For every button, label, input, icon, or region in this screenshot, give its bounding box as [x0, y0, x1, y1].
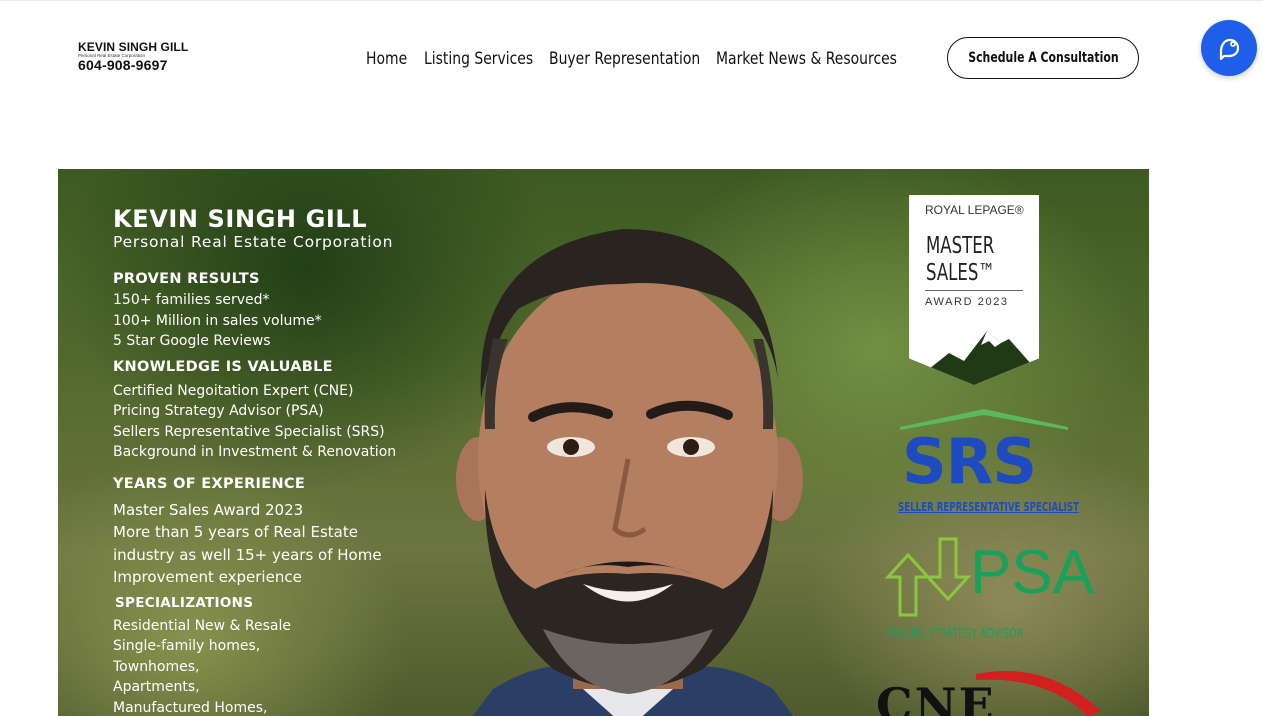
- section-line: Certified Negoitation Expert (CNE): [113, 382, 354, 399]
- section-line: Manufactured Homes,: [113, 699, 268, 716]
- section-line: 100+ Million in sales volume*: [113, 312, 322, 329]
- top-border: [0, 0, 1263, 1]
- schedule-consultation-button[interactable]: Schedule A Consultation: [947, 37, 1139, 79]
- section-line: 150+ families served*: [113, 292, 270, 308]
- logo-name: KEVIN SINGH GILL: [78, 40, 189, 54]
- section-line: Background in Investment & Renovation: [113, 444, 397, 460]
- chat-button[interactable]: [1201, 20, 1257, 76]
- nav-link-home[interactable]: Home: [366, 49, 407, 69]
- section-line: Improvement experience: [113, 568, 302, 586]
- schedule-consultation-label: Schedule A Consultation: [967, 50, 1119, 66]
- master-label: MASTER: [926, 233, 995, 259]
- hero-info-column: KEVIN SINGH GILL Personal Real Estate Co…: [113, 205, 473, 716]
- nav-item-home[interactable]: Home: [366, 44, 416, 74]
- royal-lepage-label: ROYAL LEPAGE®: [925, 203, 1024, 217]
- badge-divider: [925, 290, 1023, 291]
- srs-caption: SELLER REPRESENTATIVE SPECIALIST: [898, 500, 1079, 514]
- hero-corp: Personal Real Estate Corporation: [113, 233, 394, 251]
- psa-caption: PRICING STRATEGY ADVISOR: [886, 627, 1024, 642]
- section-title: PROVEN RESULTS: [113, 271, 260, 287]
- srs-logo: SRS SELLER REPRESENTATIVE SPECIALIST: [896, 407, 1079, 522]
- section-line: Sellers Representative Specialist (SRS): [113, 423, 385, 440]
- nav-link-market-news[interactable]: Market News & Resources: [716, 49, 897, 69]
- hero-banner: KEVIN SINGH GILL Personal Real Estate Co…: [58, 169, 1149, 716]
- master-sales-title: MASTER SALES™: [926, 233, 995, 287]
- nav-link-buyer-representation[interactable]: Buyer Representation: [549, 49, 700, 69]
- psa-wordmark: PSA: [970, 538, 1095, 607]
- nav-link-listing-services[interactable]: Listing Services: [424, 49, 533, 69]
- srs-wordmark: SRS: [902, 425, 1037, 498]
- section-line: industry as well 15+ years of Home: [113, 545, 382, 564]
- logo-phone: 604-908-9697: [78, 57, 168, 73]
- hero-name: KEVIN SINGH GILL: [113, 205, 368, 233]
- award-year-label: AWARD 2023: [925, 296, 1009, 308]
- nav-item-buyer-representation[interactable]: Buyer Representation: [549, 44, 733, 74]
- section-line: Master Sales Award 2023: [113, 500, 304, 519]
- site-logo[interactable]: KEVIN SINGH GILL Personal Real Estate Co…: [78, 41, 198, 72]
- section-line: 5 Star Google Reviews: [113, 333, 271, 349]
- cne-logo: CNE: [876, 666, 1106, 716]
- cne-wordmark: CNE: [876, 678, 996, 716]
- nav-item-listing-services[interactable]: Listing Services: [424, 44, 557, 74]
- psa-logo: PSA PRICING STRATEGY ADVISOR: [878, 537, 1094, 647]
- master-sales-award-badge: ROYAL LEPAGE® MASTER SALES™ AWARD 2023: [909, 195, 1039, 385]
- arrows-icon: [884, 537, 972, 617]
- sales-label: SALES™: [926, 260, 995, 286]
- agent-portrait: [456, 229, 803, 716]
- section-line: More than 5 years of Real Estate: [113, 523, 358, 541]
- section-title: KNOWLEDGE IS VALUABLE: [113, 358, 333, 375]
- mountain-icon: [909, 331, 1039, 385]
- section-line: Townhomes,: [113, 658, 200, 675]
- section-title: YEARS OF EXPERIENCE: [113, 475, 306, 492]
- section-line: Apartments,: [113, 679, 200, 695]
- section-line: Single-family homes,: [113, 638, 261, 654]
- nav-item-market-news[interactable]: Market News & Resources: [716, 44, 937, 74]
- section-line: Residential New & Resale: [113, 617, 292, 634]
- chat-support-icon: [1219, 38, 1240, 61]
- section-title: SPECIALIZATIONS: [115, 594, 254, 611]
- section-line: Pricing Strategy Advisor (PSA): [113, 403, 324, 419]
